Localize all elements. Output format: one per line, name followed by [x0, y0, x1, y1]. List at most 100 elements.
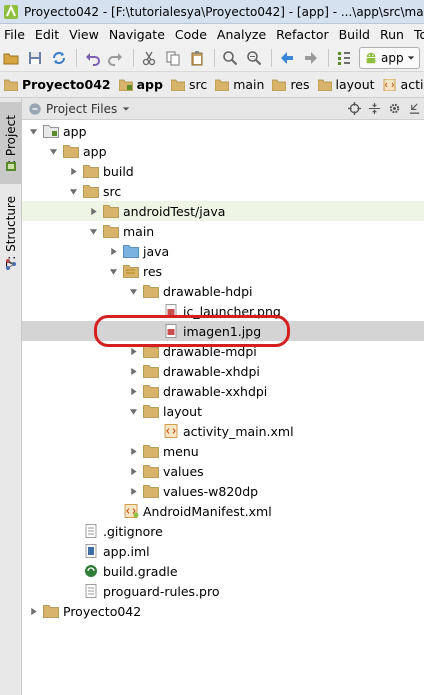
tree-item[interactable]: app: [22, 121, 424, 141]
tree-toggle[interactable]: [127, 405, 139, 417]
menu-refactor[interactable]: Refactor: [271, 27, 333, 42]
settings-button[interactable]: [384, 99, 404, 119]
folder-icon: [143, 364, 159, 378]
tree-item[interactable]: layout: [22, 401, 424, 421]
tree-toggle[interactable]: [27, 605, 39, 617]
menu-view[interactable]: View: [64, 27, 104, 42]
tree-item[interactable]: ic_launcher.png: [22, 301, 424, 321]
back-button[interactable]: [276, 47, 298, 69]
tree-item[interactable]: .gitignore: [22, 521, 424, 541]
project-tree: app app build src androidTest/java main java re…: [22, 120, 424, 695]
undo-button[interactable]: [81, 47, 103, 69]
breadcrumb-project[interactable]: Proyecto042: [0, 75, 115, 95]
toolbar-separator: [214, 48, 215, 67]
tree-item[interactable]: drawable-xhdpi: [22, 361, 424, 381]
tree-toggle[interactable]: [67, 165, 79, 177]
find-button[interactable]: [219, 47, 241, 69]
tree-item[interactable]: proguard-rules.pro: [22, 581, 424, 601]
tree-item[interactable]: imagen1.jpg: [22, 321, 424, 341]
breadcrumb-layout[interactable]: layout: [314, 75, 379, 95]
save-button[interactable]: [24, 47, 46, 69]
tree-toggle[interactable]: [107, 265, 119, 277]
tree-item[interactable]: Proyecto042: [22, 601, 424, 621]
iml-file-icon: [83, 544, 99, 558]
sync-button[interactable]: [48, 47, 70, 69]
collapsed-arrow-icon: [130, 367, 137, 375]
collapsed-arrow-icon: [110, 247, 117, 255]
tree-item-label: src: [103, 183, 122, 199]
scissors-icon: [142, 51, 156, 65]
menu-code[interactable]: Code: [170, 27, 212, 42]
tree-toggle[interactable]: [127, 365, 139, 377]
tree-toggle[interactable]: [107, 245, 119, 257]
tree-item[interactable]: build: [22, 161, 424, 181]
scroll-from-source-button[interactable]: [344, 99, 364, 119]
view-mode-select[interactable]: Project Files: [28, 102, 130, 116]
run-configuration-select[interactable]: app: [359, 46, 420, 69]
menu-analyze[interactable]: Analyze: [212, 27, 271, 42]
tree-item[interactable]: androidTest/java: [22, 201, 424, 221]
view-mode-label: Project Files: [46, 101, 118, 116]
breadcrumb-file[interactable]: activity_main.xml: [379, 75, 424, 95]
expanded-arrow-icon: [89, 228, 97, 235]
resource-folder-icon: [123, 264, 139, 278]
hide-panel-button[interactable]: [404, 99, 424, 119]
menu-navigate[interactable]: Navigate: [104, 27, 170, 42]
toolbar-separator: [328, 48, 329, 67]
tree-toggle[interactable]: [47, 145, 59, 157]
tree-toggle[interactable]: [127, 385, 139, 397]
copy-button[interactable]: [162, 47, 184, 69]
forward-button[interactable]: [300, 47, 322, 69]
menu-run[interactable]: Run: [375, 27, 409, 42]
project-files-icon: [29, 102, 41, 115]
tree-toggle[interactable]: [127, 485, 139, 497]
open-button[interactable]: [0, 47, 22, 69]
make-project-button[interactable]: [333, 47, 355, 69]
tree-item[interactable]: main: [22, 221, 424, 241]
tree-item[interactable]: values-w820dp: [22, 481, 424, 501]
tree-toggle[interactable]: [127, 285, 139, 297]
tree-toggle[interactable]: [127, 465, 139, 477]
tree-item[interactable]: AndroidManifest.xml: [22, 501, 424, 521]
xml-layout-icon: [383, 78, 395, 91]
tree-item[interactable]: build.gradle: [22, 561, 424, 581]
tree-toggle[interactable]: [87, 225, 99, 237]
tree-item[interactable]: res: [22, 261, 424, 281]
tree-toggle[interactable]: [67, 185, 79, 197]
tree-item[interactable]: drawable-hdpi: [22, 281, 424, 301]
cut-button[interactable]: [138, 47, 160, 69]
tree-item-label: AndroidManifest.xml: [143, 503, 272, 519]
folder-icon: [103, 204, 119, 218]
redo-button[interactable]: [105, 47, 127, 69]
sync-icon: [53, 51, 65, 64]
menu-tools[interactable]: Tools: [409, 27, 424, 42]
breadcrumb-main[interactable]: main: [211, 75, 268, 95]
paste-button[interactable]: [186, 47, 208, 69]
replace-button[interactable]: [243, 47, 265, 69]
menu-build[interactable]: Build: [334, 27, 375, 42]
tree-item[interactable]: java: [22, 241, 424, 261]
tree-item[interactable]: drawable-mdpi: [22, 341, 424, 361]
menu-edit[interactable]: Edit: [30, 27, 64, 42]
tree-toggle[interactable]: [127, 345, 139, 357]
chevron-down-icon: [123, 106, 130, 111]
menu-file[interactable]: File: [0, 27, 30, 42]
breadcrumb-res[interactable]: res: [268, 75, 313, 95]
breadcrumb-src[interactable]: src: [167, 75, 211, 95]
collapsed-arrow-icon: [70, 167, 77, 175]
breadcrumb-label: res: [290, 77, 310, 92]
tree-item[interactable]: app: [22, 141, 424, 161]
tree-item[interactable]: drawable-xxhdpi: [22, 381, 424, 401]
tree-toggle[interactable]: [127, 445, 139, 457]
tree-item[interactable]: menu: [22, 441, 424, 461]
collapse-all-button[interactable]: [364, 99, 384, 119]
tree-item[interactable]: app.iml: [22, 541, 424, 561]
tree-item[interactable]: src: [22, 181, 424, 201]
tree-toggle[interactable]: [87, 205, 99, 217]
folder-icon: [83, 184, 99, 198]
breadcrumb-app[interactable]: app: [115, 75, 167, 95]
tree-item-label: androidTest/java: [123, 203, 226, 219]
tree-item[interactable]: values: [22, 461, 424, 481]
tree-toggle[interactable]: [27, 125, 39, 137]
tree-item[interactable]: activity_main.xml: [22, 421, 424, 441]
